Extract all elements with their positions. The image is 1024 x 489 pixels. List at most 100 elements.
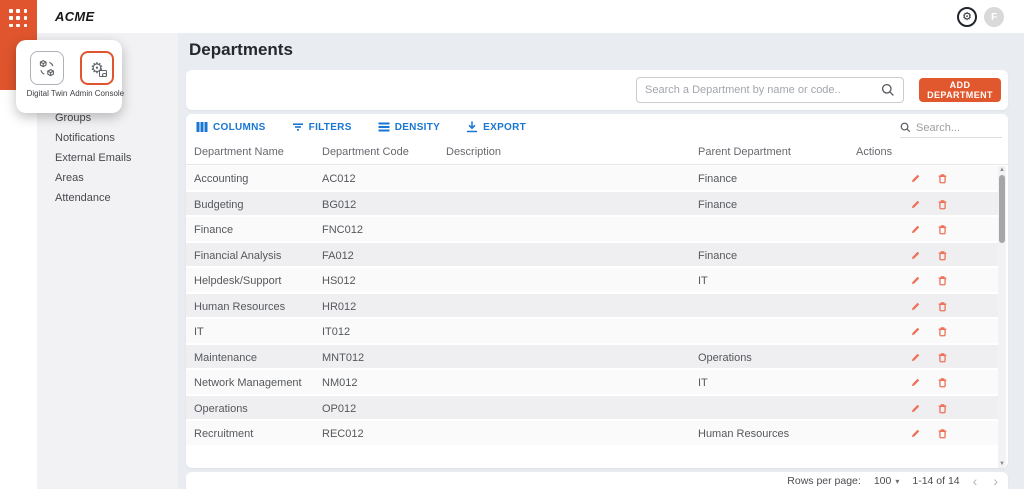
department-search-box[interactable] [636, 77, 904, 103]
trash-icon [937, 250, 948, 261]
row-actions [910, 199, 948, 210]
edit-button[interactable] [910, 199, 921, 210]
cell-department-name: IT [194, 326, 204, 338]
delete-button[interactable] [937, 403, 948, 414]
filters-button[interactable]: FILTERS [292, 121, 352, 133]
table-scrollbar[interactable]: ▲ ▼ [998, 166, 1006, 468]
pencil-icon [910, 301, 921, 312]
delete-button[interactable] [937, 224, 948, 235]
cell-department-code: BG012 [322, 199, 356, 211]
sidebar-item-notifications[interactable]: Notifications [37, 128, 178, 148]
table-row[interactable]: Finance FNC012 [186, 217, 1000, 243]
density-button[interactable]: DENSITY [378, 121, 440, 133]
sidebar-item-external-emails[interactable]: External Emails [37, 148, 178, 168]
table-row[interactable]: Network Management NM012 IT [186, 370, 1000, 396]
pencil-icon [910, 173, 921, 184]
add-department-button[interactable]: ADD DEPARTMENT [919, 78, 1001, 102]
column-header-department-code[interactable]: Department Code [322, 146, 409, 158]
delete-button[interactable] [937, 173, 948, 184]
table-quick-filter[interactable]: Search... [900, 118, 1002, 138]
column-header-actions: Actions [856, 146, 892, 158]
trash-icon [937, 403, 948, 414]
app-label-admin-console: Admin Console [70, 89, 124, 98]
app-admin-console[interactable]: ⚙ Admin Console [76, 51, 118, 113]
filters-label: FILTERS [309, 122, 352, 133]
admin-console-tile[interactable]: ⚙ [80, 51, 114, 85]
pencil-icon [910, 275, 921, 286]
edit-button[interactable] [910, 403, 921, 414]
row-actions [910, 377, 948, 388]
table-row[interactable]: Budgeting BG012 Finance [186, 192, 1000, 218]
edit-button[interactable] [910, 224, 921, 235]
cell-department-code: IT012 [322, 326, 350, 338]
avatar-initial: F [991, 12, 997, 23]
edit-button[interactable] [910, 173, 921, 184]
pencil-icon [910, 403, 921, 414]
avatar[interactable]: F [984, 7, 1004, 27]
row-actions [910, 275, 948, 286]
table-row[interactable]: Recruitment REC012 Human Resources [186, 421, 1000, 447]
table-row[interactable]: Operations OP012 [186, 396, 1000, 422]
edit-button[interactable] [910, 428, 921, 439]
digital-twin-tile[interactable] [30, 51, 64, 85]
table-row[interactable]: Human Resources HR012 [186, 294, 1000, 320]
scrollbar-thumb[interactable] [999, 175, 1005, 243]
column-header-description[interactable]: Description [446, 146, 501, 158]
row-actions [910, 224, 948, 235]
edit-button[interactable] [910, 250, 921, 261]
columns-button[interactable]: COLUMNS [196, 121, 266, 133]
next-page-icon[interactable]: › [993, 476, 998, 486]
cell-department-code: HS012 [322, 275, 356, 287]
scroll-up-icon[interactable]: ▲ [998, 166, 1006, 174]
column-header-department-name[interactable]: Department Name [194, 146, 284, 158]
previous-page-icon[interactable]: ‹ [973, 476, 978, 486]
cell-parent-department: IT [698, 377, 708, 389]
edit-button[interactable] [910, 301, 921, 312]
delete-button[interactable] [937, 199, 948, 210]
edit-button[interactable] [910, 326, 921, 337]
cell-department-name: Recruitment [194, 428, 253, 440]
edit-button[interactable] [910, 275, 921, 286]
filters-icon [292, 121, 304, 133]
cell-department-name: Helpdesk/Support [194, 275, 281, 287]
actions-card: ADD DEPARTMENT [186, 70, 1008, 110]
department-search-input[interactable] [645, 84, 881, 96]
rows-per-page-select[interactable]: 100 ▾ [874, 475, 900, 487]
delete-button[interactable] [937, 250, 948, 261]
delete-button[interactable] [937, 326, 948, 337]
table-footer: Rows per page: 100 ▾ 1-14 of 14 ‹ › [186, 472, 1008, 489]
table-row[interactable]: Helpdesk/Support HS012 IT [186, 268, 1000, 294]
sidebar-item-attendance[interactable]: Attendance [37, 188, 178, 208]
edit-button[interactable] [910, 352, 921, 363]
delete-button[interactable] [937, 377, 948, 388]
delete-button[interactable] [937, 275, 948, 286]
trash-icon [937, 352, 948, 363]
app-digital-twin[interactable]: Digital Twin [26, 51, 68, 113]
cell-department-name: Operations [194, 403, 248, 415]
departments-table-card: COLUMNS FILTERS DENSITY EXPORT [186, 114, 1008, 468]
page-title: Departments [189, 40, 293, 60]
settings-button[interactable]: ⚙ [957, 7, 977, 27]
export-button[interactable]: EXPORT [466, 121, 526, 133]
table-row[interactable]: Accounting AC012 Finance [186, 166, 1000, 192]
table-row[interactable]: IT IT012 [186, 319, 1000, 345]
delete-button[interactable] [937, 301, 948, 312]
cubes-sync-icon [37, 59, 57, 78]
cell-department-name: Network Management [194, 377, 302, 389]
table-row[interactable]: Financial Analysis FA012 Finance [186, 243, 1000, 269]
app-switcher-popup: Digital Twin ⚙ Admin Console [16, 40, 122, 113]
pagination-range: 1-14 of 14 [912, 475, 959, 487]
scroll-down-icon[interactable]: ▼ [998, 460, 1006, 468]
column-header-parent-department[interactable]: Parent Department [698, 146, 791, 158]
screen: ACME ⚙ F Departments Groups Notification… [0, 0, 1024, 489]
table-row[interactable]: Maintenance MNT012 Operations [186, 345, 1000, 371]
density-icon [378, 121, 390, 133]
edit-button[interactable] [910, 377, 921, 388]
table-toolbar: COLUMNS FILTERS DENSITY EXPORT [196, 114, 526, 140]
delete-button[interactable] [937, 352, 948, 363]
table-header-row: Department Name Department Code Descript… [186, 140, 1008, 165]
app-grid-icon [9, 9, 29, 29]
delete-button[interactable] [937, 428, 948, 439]
pencil-icon [910, 352, 921, 363]
sidebar-item-areas[interactable]: Areas [37, 168, 178, 188]
